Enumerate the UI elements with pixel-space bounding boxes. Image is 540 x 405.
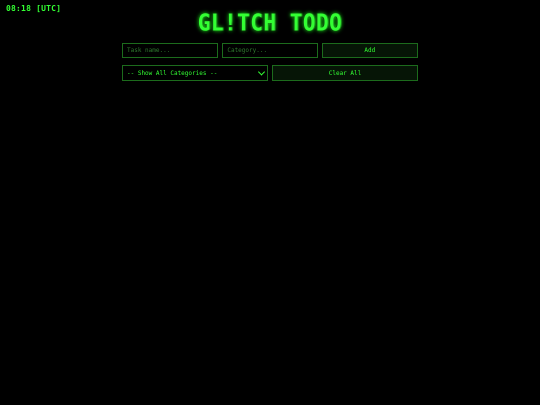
category-filter-value: -- Show All Categories -- [127,69,218,77]
category-filter-select[interactable]: -- Show All Categories -- [122,65,268,81]
clear-all-button[interactable]: Clear All [272,65,418,81]
add-button-label: Add [364,47,376,54]
add-button[interactable]: Add [321,43,418,58]
chevron-down-icon [257,68,266,76]
category-input[interactable] [222,43,318,58]
task-name-input[interactable] [122,43,219,58]
filter-bar: -- Show All Categories -- Clear All [122,65,418,81]
page-title: GL!TCH TODO [197,10,343,36]
add-task-form: Add [122,43,418,58]
clear-all-label: Clear All [328,69,362,77]
